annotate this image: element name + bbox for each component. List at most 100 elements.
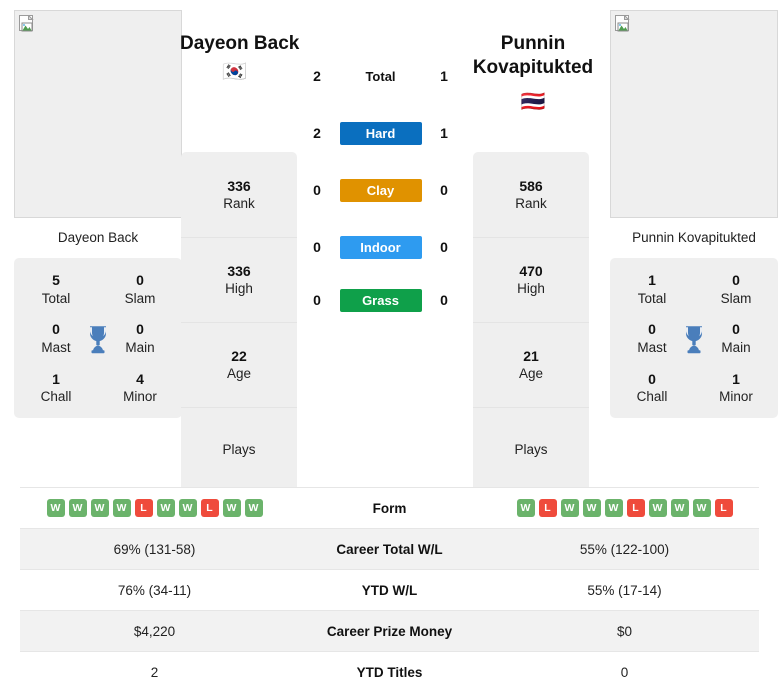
left-stat-value: $4,220 xyxy=(20,610,289,652)
form-chip-loss[interactable]: L xyxy=(200,499,219,517)
right-title-stat: 1 Total xyxy=(610,272,694,307)
right-photo-caption: Punnin Kovapitukted xyxy=(632,230,756,245)
h2h-left-score: 0 xyxy=(313,182,321,198)
h2h-row-total: 2 Total 1 xyxy=(303,64,458,88)
right-stat-value: 0 xyxy=(490,651,759,693)
table-row-form: WWWWLWWLWW Form WLWWWLWWWL xyxy=(20,487,759,529)
left-title-stat: 1 Chall xyxy=(14,371,98,406)
h2h-surface-badge[interactable]: Hard xyxy=(339,121,422,145)
left-title-stat: 0 Slam xyxy=(98,272,182,307)
right-stat-value: $0 xyxy=(490,610,759,652)
h2h-surface-badge[interactable]: Indoor xyxy=(339,235,422,259)
form-chip-win[interactable]: W xyxy=(516,499,535,517)
table-row: $4,220 Career Prize Money $0 xyxy=(20,610,759,652)
h2h-right-score: 1 xyxy=(440,125,448,141)
broken-image-icon xyxy=(19,15,34,32)
right-title-stat: 0 Chall xyxy=(610,371,694,406)
left-photo-caption: Dayeon Back xyxy=(57,230,139,245)
h2h-surface-badge[interactable]: Grass xyxy=(339,288,422,312)
left-title-stat: 5 Total xyxy=(14,272,98,307)
cell-value: 336 xyxy=(227,263,251,280)
stat-row-label: Career Prize Money xyxy=(289,610,490,652)
form-chip-win[interactable]: W xyxy=(112,499,131,517)
h2h-right-score: 1 xyxy=(440,68,448,84)
left-stat-value: 2 xyxy=(20,651,289,693)
form-chip-loss[interactable]: L xyxy=(626,499,645,517)
left-player-column: Dayeon Back 5 Total 0 Slam 0 Mast 0 Main… xyxy=(14,10,182,418)
cell-label: Plays xyxy=(222,442,256,458)
trophy-icon xyxy=(686,326,702,354)
cell-value: 470 xyxy=(519,263,543,280)
right-stat-value: 55% (122-100) xyxy=(490,528,759,570)
right-rank-cell: 586 Rank xyxy=(473,152,589,237)
form-chip-win[interactable]: W xyxy=(604,499,623,517)
cell-value: 336 xyxy=(227,177,251,194)
form-chip-loss[interactable]: L xyxy=(714,499,733,517)
cell-label: High xyxy=(225,281,253,297)
cell-value: 21 xyxy=(523,348,539,365)
left-player-flag-icon: 🇰🇷 xyxy=(222,61,247,83)
h2h-row-clay: 0 Clay 0 xyxy=(303,178,458,202)
right-stat-value: 55% (17-14) xyxy=(490,569,759,611)
right-rank-card: 586 Rank 470 High 21 Age Plays xyxy=(473,152,589,492)
stat-label: Minor xyxy=(123,389,157,405)
form-chip-win[interactable]: W xyxy=(670,499,689,517)
stat-value: 1 xyxy=(732,370,740,387)
right-plays-cell: Plays xyxy=(473,407,589,492)
left-stat-value: 69% (131-58) xyxy=(20,528,289,570)
stat-value: 0 xyxy=(648,370,656,387)
form-chip-win[interactable]: W xyxy=(178,499,197,517)
left-rank-card: 336 Rank 336 High 22 Age Plays xyxy=(181,152,297,492)
right-form-list: WLWWWLWWWL xyxy=(490,499,759,517)
left-age-cell: 22 Age xyxy=(181,322,297,407)
right-player-photo xyxy=(610,10,778,218)
cell-label: Age xyxy=(226,366,252,382)
form-chip-win[interactable]: W xyxy=(90,499,109,517)
cell-value: 586 xyxy=(519,177,543,194)
left-form-list: WWWWLWWLWW xyxy=(20,499,289,517)
stat-value: 1 xyxy=(648,272,656,289)
right-player-flag-icon: 🇹🇭 xyxy=(520,91,546,113)
h2h-right-score: 0 xyxy=(440,182,448,198)
form-chip-win[interactable]: W xyxy=(222,499,241,517)
form-chip-win[interactable]: W xyxy=(582,499,601,517)
left-form-cell: WWWWLWWLWW xyxy=(20,487,289,529)
form-chip-win[interactable]: W xyxy=(156,499,175,517)
h2h-surface-label: Total xyxy=(365,68,396,84)
cell-label: Rank xyxy=(515,195,547,211)
left-player-name[interactable]: Dayeon Back xyxy=(180,32,300,56)
h2h-comparison-page: Dayeon Back 5 Total 0 Slam 0 Mast 0 Main… xyxy=(0,0,779,699)
form-chip-win[interactable]: W xyxy=(68,499,87,517)
left-plays-cell: Plays xyxy=(181,407,297,492)
stat-label: Chall xyxy=(636,389,668,405)
form-chip-loss[interactable]: L xyxy=(134,499,153,517)
form-chip-win[interactable]: W xyxy=(244,499,263,517)
comparison-stats-table: WWWWLWWLWW Form WLWWWLWWWL 69% (131-58) … xyxy=(20,487,759,693)
h2h-surface-badge[interactable]: Clay xyxy=(339,178,422,202)
stat-label: Chall xyxy=(40,389,72,405)
cell-label: Age xyxy=(518,366,544,382)
h2h-left-score: 0 xyxy=(313,292,321,308)
cell-value: 22 xyxy=(231,348,247,365)
form-chip-win[interactable]: W xyxy=(648,499,667,517)
broken-image-icon xyxy=(615,15,630,32)
form-row-label: Form xyxy=(289,487,490,529)
form-chip-win[interactable]: W xyxy=(46,499,65,517)
h2h-row-grass: 0 Grass 0 xyxy=(303,288,458,312)
right-player-name[interactable]: Punnin Kovapitukted xyxy=(472,32,594,81)
form-chip-win[interactable]: W xyxy=(560,499,579,517)
left-player-photo xyxy=(14,10,182,218)
stat-row-label: YTD Titles xyxy=(289,651,490,693)
right-title-stat: 0 Slam xyxy=(694,272,778,307)
stat-value: 0 xyxy=(136,272,144,289)
h2h-right-score: 0 xyxy=(440,292,448,308)
stat-value: 5 xyxy=(52,272,60,289)
stat-value: 4 xyxy=(136,370,144,387)
right-age-cell: 21 Age xyxy=(473,322,589,407)
h2h-left-score: 2 xyxy=(313,68,321,84)
form-chip-win[interactable]: W xyxy=(692,499,711,517)
stat-label: Minor xyxy=(719,389,753,405)
form-chip-loss[interactable]: L xyxy=(538,499,557,517)
cell-label: Plays xyxy=(514,442,548,458)
left-high-cell: 336 High xyxy=(181,237,297,322)
